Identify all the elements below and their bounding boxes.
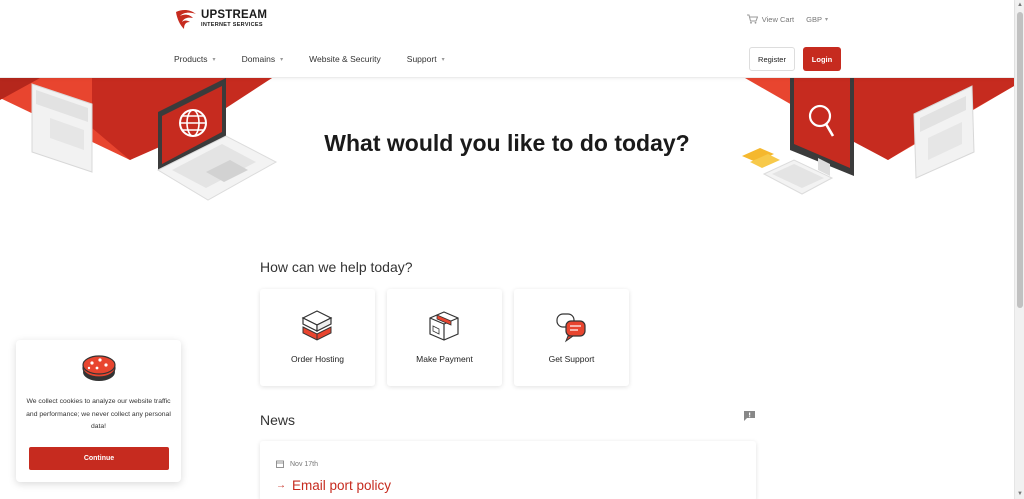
scroll-up-arrow-icon[interactable]: ▲ xyxy=(1015,0,1024,10)
continue-button[interactable]: Continue xyxy=(29,447,169,470)
chevron-down-icon: ▾ xyxy=(212,56,216,63)
currency-selector[interactable]: GBP ▾ xyxy=(806,15,828,24)
hero-banner: What would you like to do today? xyxy=(0,78,1014,228)
calendar-icon xyxy=(276,460,284,468)
register-button[interactable]: Register xyxy=(749,47,795,71)
nav-item-label: Domains xyxy=(241,54,276,64)
news-date-text: Nov 17th xyxy=(290,460,319,468)
view-cart-label: View Cart xyxy=(761,14,795,24)
top-bar: View Cart GBP ▾ xyxy=(746,14,828,24)
chevron-down-icon: ▾ xyxy=(824,16,828,23)
cart-icon xyxy=(746,14,758,24)
cookie-message: We collect cookies to analyze our websit… xyxy=(26,398,171,430)
currency-value: GBP xyxy=(806,14,822,24)
login-button[interactable]: Login xyxy=(803,47,841,71)
page-scrollbar[interactable]: ▲ ▼ xyxy=(1014,0,1024,499)
chevron-down-icon: ▾ xyxy=(280,56,284,63)
nav-item-website-security[interactable]: Website & Security xyxy=(309,54,381,64)
cookie-icon xyxy=(82,355,116,381)
wing-logo-icon xyxy=(176,9,196,29)
logo-tagline: INTERNET SERVICES xyxy=(201,21,263,28)
nav-item-support[interactable]: Support ▾ xyxy=(407,54,445,64)
news-headline-link[interactable]: → Email port policy xyxy=(276,478,391,493)
order-hosting-card[interactable]: Order Hosting xyxy=(260,289,375,386)
nav-item-label: Products xyxy=(174,54,208,64)
arrow-right-icon: → xyxy=(276,480,286,491)
view-cart-link[interactable]: View Cart xyxy=(746,14,795,24)
package-icon xyxy=(429,311,459,341)
scroll-down-arrow-icon[interactable]: ▼ xyxy=(1015,489,1024,499)
site-header: UPSTREAM INTERNET SERVICES View Cart GBP… xyxy=(0,0,1014,78)
get-support-card[interactable]: Get Support xyxy=(514,289,629,386)
nav-item-products[interactable]: Products ▾ xyxy=(174,54,216,64)
news-item[interactable]: Nov 17th → Email port policy xyxy=(260,441,756,499)
nav-item-label: Support xyxy=(406,54,437,64)
logo-name: UPSTREAM xyxy=(201,9,268,21)
news-headline-text: Email port policy xyxy=(292,478,392,493)
chevron-down-icon: ▾ xyxy=(441,56,445,63)
news-section-title: News xyxy=(260,412,296,428)
logo[interactable]: UPSTREAM INTERNET SERVICES xyxy=(174,8,267,30)
nav-item-label: Website & Security xyxy=(309,54,381,64)
main-nav: Products ▾ Domains ▾ Website & Security … xyxy=(174,54,471,64)
server-box-icon xyxy=(301,310,333,341)
card-label: Make Payment xyxy=(416,354,473,364)
nav-item-domains[interactable]: Domains ▾ xyxy=(242,54,284,64)
chat-bubbles-icon xyxy=(556,313,586,343)
news-date: Nov 17th xyxy=(276,460,318,468)
card-label: Order Hosting xyxy=(291,354,344,364)
scrollbar-thumb[interactable] xyxy=(1017,12,1023,308)
make-payment-card[interactable]: Make Payment xyxy=(387,289,502,386)
comment-icon[interactable] xyxy=(744,411,755,421)
card-label: Get Support xyxy=(548,354,595,364)
cookie-consent-popup: We collect cookies to analyze our websit… xyxy=(16,340,181,482)
help-section-title: How can we help today? xyxy=(260,259,413,275)
hero-title: What would you like to do today? xyxy=(324,130,690,156)
